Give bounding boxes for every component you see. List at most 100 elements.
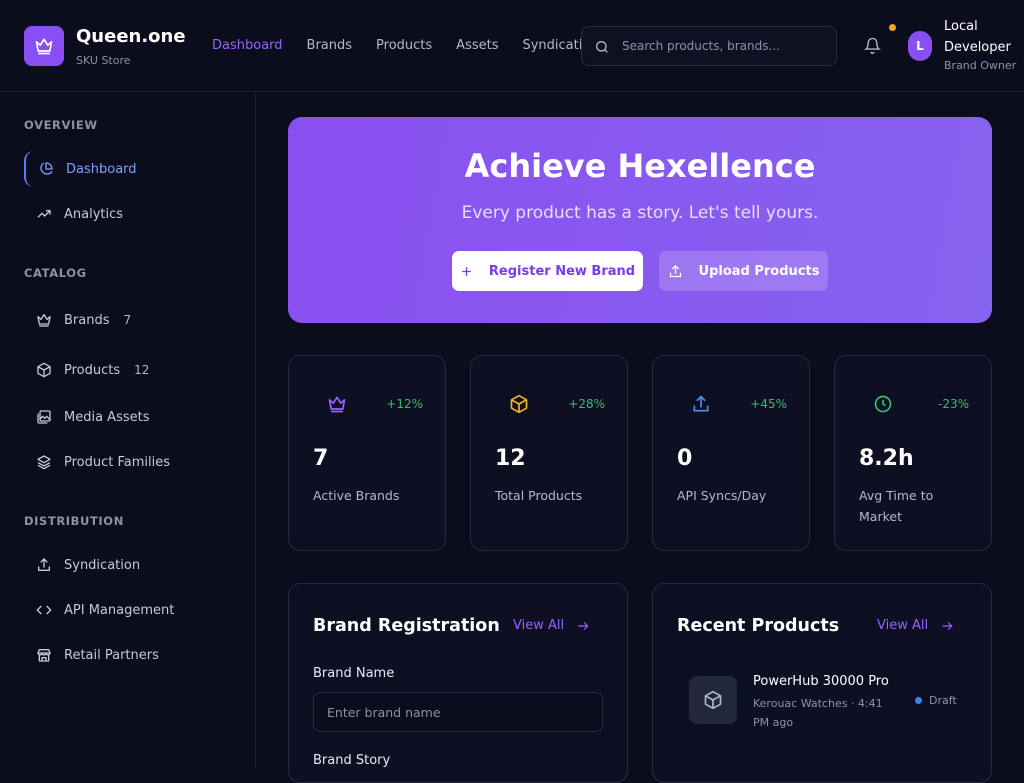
- sidebar-section-distribution: DISTRIBUTION: [24, 514, 124, 528]
- crown-icon: [37, 314, 51, 327]
- layers-icon: [37, 455, 51, 470]
- stat-change: +12%: [386, 397, 423, 411]
- view-all-label: View All: [513, 618, 565, 633]
- stat-change: -23%: [937, 397, 969, 411]
- sidebar-item-retail-partners[interactable]: Retail Partners: [24, 637, 232, 673]
- upload-icon: [693, 395, 709, 412]
- hero-banner: Achieve Hexellence Every product has a s…: [288, 117, 992, 323]
- list-item[interactable]: PowerHub 30000 Pro Kerouac Watches · 4:4…: [689, 674, 969, 736]
- stat-value: 0: [677, 446, 693, 471]
- products-count-badge: 12: [134, 363, 150, 377]
- images-icon: [37, 410, 51, 424]
- brand-name-label: Brand Name: [313, 666, 395, 681]
- product-name: PowerHub 30000 Pro: [753, 674, 889, 689]
- brand-name-input[interactable]: [313, 692, 603, 732]
- trending-up-icon: [37, 210, 51, 218]
- user-name[interactable]: Local Developer: [944, 16, 1020, 58]
- nav-dashboard[interactable]: Dashboard: [212, 38, 283, 53]
- stat-label: Avg Time to Market: [859, 488, 934, 524]
- panel-title: Brand Registration: [313, 616, 500, 636]
- plus-icon: [462, 266, 471, 276]
- user-role: Brand Owner: [944, 59, 1017, 72]
- status-label: Draft: [929, 694, 957, 707]
- panel-title: Recent Products: [677, 616, 840, 636]
- arrow-right-icon: [578, 621, 589, 630]
- brands-count-badge: 7: [123, 313, 132, 327]
- app-subtitle: SKU Store: [76, 54, 131, 67]
- stat-value: 8.2h: [859, 446, 914, 471]
- nav-assets[interactable]: Assets: [456, 38, 498, 53]
- status-badge: Draft: [915, 694, 957, 707]
- nav-products[interactable]: Products: [376, 38, 432, 53]
- avatar[interactable]: L: [908, 31, 932, 61]
- register-brand-label: Register New Brand: [488, 263, 636, 279]
- sidebar-item-products[interactable]: Products 12: [24, 352, 232, 388]
- stat-label: Total Products: [495, 488, 583, 503]
- stat-card-total-products: +28% 12 Total Products: [470, 355, 628, 551]
- sidebar-item-label: Dashboard: [66, 161, 137, 177]
- search-icon: [596, 41, 608, 53]
- logo[interactable]: [24, 26, 64, 66]
- store-icon: [37, 649, 51, 662]
- sidebar-item-label: Syndication: [64, 557, 141, 573]
- crown-icon: [328, 396, 346, 413]
- sidebar-item-analytics[interactable]: Analytics: [24, 196, 232, 232]
- pie-chart-icon: [40, 162, 53, 175]
- sidebar-item-media-assets[interactable]: Media Assets: [24, 399, 232, 435]
- view-all-brands-link[interactable]: View All: [513, 618, 590, 633]
- stat-card-active-brands: +12% 7 Active Brands: [288, 355, 446, 551]
- sidebar-item-label: Media Assets: [64, 409, 150, 425]
- sidebar-item-syndication[interactable]: Syndication: [24, 547, 232, 583]
- sidebar-item-label: Retail Partners: [64, 647, 159, 663]
- sidebar-item-label: API Management: [64, 602, 175, 618]
- box-icon: [704, 690, 722, 710]
- upload-products-button[interactable]: Upload Products: [659, 251, 828, 291]
- view-all-products-link[interactable]: View All: [877, 618, 954, 633]
- app-name: Queen.one: [76, 26, 186, 47]
- view-all-label: View All: [877, 618, 929, 633]
- sidebar-item-api-management[interactable]: API Management: [24, 592, 232, 628]
- box-icon: [510, 394, 528, 414]
- stat-card-api-syncs: +45% 0 API Syncs/Day: [652, 355, 810, 551]
- hero-title: Achieve Hexellence: [464, 147, 816, 185]
- stat-change: +45%: [750, 397, 787, 411]
- product-thumbnail: [689, 676, 737, 724]
- stat-card-time-to-market: -23% 8.2h Avg Time to Market: [834, 355, 992, 551]
- sidebar-item-dashboard[interactable]: Dashboard: [24, 151, 232, 187]
- sidebar-item-product-families[interactable]: Product Families: [24, 444, 232, 480]
- sidebar: OVERVIEW Dashboard Analytics CATALOG Bra…: [0, 93, 256, 768]
- search-box: [581, 26, 837, 66]
- sidebar-item-brands[interactable]: Brands 7: [24, 302, 232, 338]
- product-meta: Kerouac Watches · 4:41 PM ago: [753, 697, 883, 729]
- bell-icon[interactable]: [864, 37, 881, 54]
- top-nav: Dashboard Brands Products Assets Syndica…: [212, 38, 599, 53]
- arrow-right-icon: [942, 621, 953, 630]
- recent-products-panel: Recent Products View All PowerHub 30000 …: [652, 583, 992, 783]
- sidebar-item-label: Product Families: [64, 454, 171, 470]
- box-icon: [37, 362, 51, 378]
- code-icon: [36, 605, 52, 615]
- stat-label: Active Brands: [313, 488, 400, 503]
- stat-label: API Syncs/Day: [677, 488, 767, 503]
- notification-dot: [889, 24, 896, 31]
- sidebar-section-catalog: CATALOG: [24, 266, 87, 280]
- sidebar-item-label: Analytics: [64, 206, 124, 222]
- brand-story-label: Brand Story: [313, 753, 391, 768]
- sidebar-item-label: Products: [64, 362, 121, 378]
- stat-value: 7: [313, 446, 329, 471]
- brand-registration-panel: Brand Registration View All Brand Name B…: [288, 583, 628, 783]
- sidebar-section-overview: OVERVIEW: [24, 118, 98, 132]
- stat-value: 12: [495, 446, 526, 471]
- nav-brands[interactable]: Brands: [307, 38, 353, 53]
- status-dot: [915, 697, 922, 704]
- clock-icon: [874, 395, 892, 413]
- search-input[interactable]: [622, 27, 827, 65]
- upload-products-label: Upload Products: [698, 263, 820, 279]
- hero-subtitle: Every product has a story. Let's tell yo…: [461, 203, 819, 223]
- crown-icon: [35, 38, 53, 55]
- stat-change: +28%: [568, 397, 605, 411]
- sidebar-item-label: Brands: [64, 312, 110, 328]
- register-brand-button[interactable]: Register New Brand: [452, 251, 643, 291]
- upload-icon: [669, 264, 681, 277]
- upload-icon: [38, 558, 50, 571]
